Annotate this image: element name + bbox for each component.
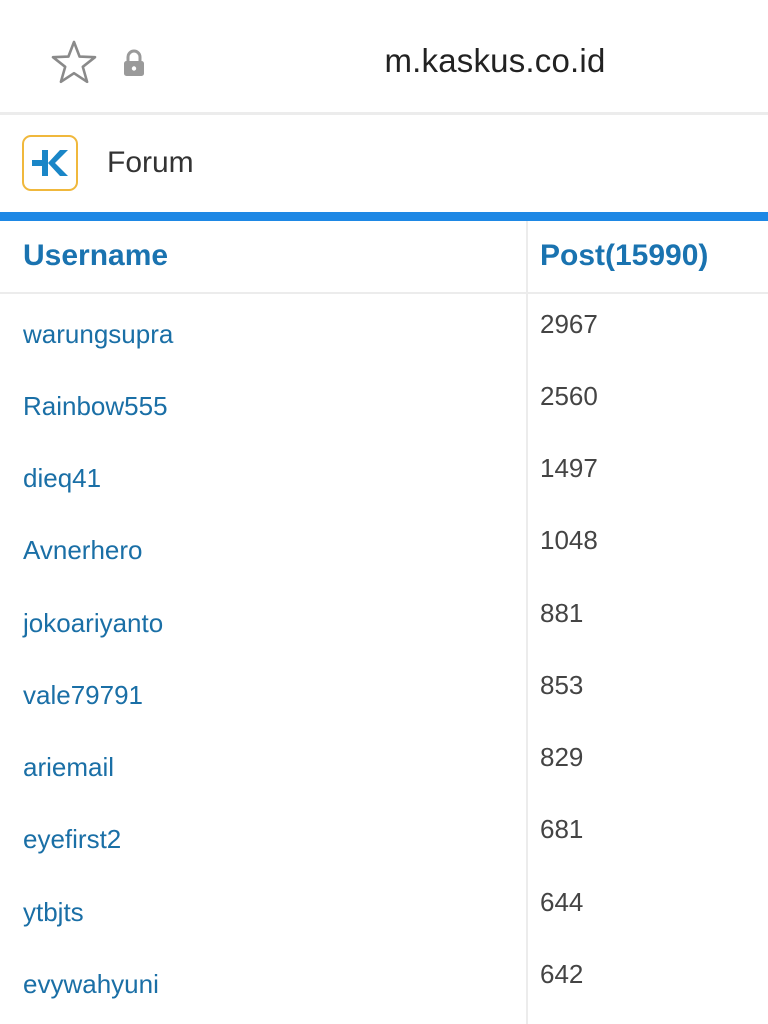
username-link[interactable]: dieq41 <box>23 463 101 494</box>
table-row: warungsupra 2967 <box>0 295 768 367</box>
forum-header: Forum <box>0 118 768 212</box>
url-text[interactable]: m.kaskus.co.id <box>240 42 750 80</box>
table-row: evywahyuni 642 <box>0 945 768 1017</box>
bookmark-star-icon[interactable] <box>50 39 98 87</box>
header-divider <box>0 212 768 221</box>
post-count: 681 <box>540 814 584 844</box>
table-row: vale79791 853 <box>0 656 768 728</box>
post-count: 2560 <box>540 381 598 411</box>
username-link[interactable]: ariemail <box>23 752 114 783</box>
post-count: 642 <box>540 959 584 989</box>
kaskus-k-icon <box>32 150 68 176</box>
username-link[interactable]: eyefirst2 <box>23 824 121 855</box>
username-column-header[interactable]: Username <box>23 239 168 273</box>
post-count: 853 <box>540 670 584 700</box>
post-count: 1048 <box>540 525 598 555</box>
post-count: 2967 <box>540 309 598 339</box>
username-link[interactable]: evywahyuni <box>23 969 159 1000</box>
username-link[interactable]: warungsupra <box>23 319 173 350</box>
post-count: 881 <box>540 598 584 628</box>
table-row: Avnerhero 1048 <box>0 511 768 583</box>
kaskus-logo-icon[interactable] <box>22 135 78 191</box>
browser-url-bar: m.kaskus.co.id <box>0 0 768 115</box>
user-post-table: Username Post(15990) warungsupra 2967 Ra… <box>0 221 768 1024</box>
username-link[interactable]: vale79791 <box>23 680 143 711</box>
username-link[interactable]: Rainbow555 <box>23 391 168 422</box>
username-link[interactable]: Avnerhero <box>23 535 143 566</box>
username-link[interactable]: jokoariyanto <box>23 608 163 639</box>
post-column-header[interactable]: Post(15990) <box>540 239 708 273</box>
table-header-row: Username Post(15990) <box>0 221 768 294</box>
table-row: Rainbow555 2560 <box>0 367 768 439</box>
table-row: ariemail 829 <box>0 728 768 800</box>
post-count: 644 <box>540 887 584 917</box>
table-row: jokoariyanto 881 <box>0 584 768 656</box>
lock-icon <box>124 49 144 76</box>
table-row: dieq41 1497 <box>0 439 768 511</box>
post-count: 829 <box>540 742 584 772</box>
username-link[interactable]: ytbjts <box>23 897 84 928</box>
forum-title[interactable]: Forum <box>107 146 194 180</box>
post-count: 1497 <box>540 453 598 483</box>
table-row: ytbjts 644 <box>0 873 768 945</box>
table-row: eyefirst2 681 <box>0 800 768 872</box>
